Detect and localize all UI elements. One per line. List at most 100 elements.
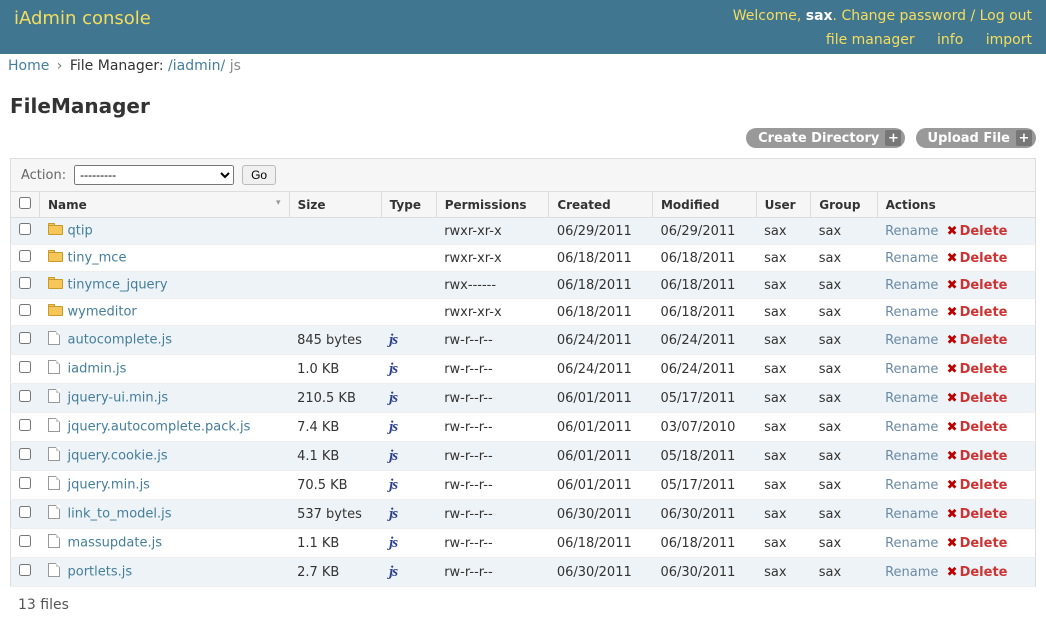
rename-link[interactable]: Rename [885, 278, 938, 293]
row-checkbox[interactable] [19, 448, 31, 460]
row-checkbox[interactable] [19, 223, 31, 235]
file-link[interactable]: tinymce_jquery [68, 278, 168, 293]
col-name[interactable]: Name▾ [40, 192, 290, 218]
row-checkbox[interactable] [19, 564, 31, 576]
delete-link[interactable]: ✖Delete [947, 507, 1008, 522]
row-checkbox[interactable] [19, 250, 31, 262]
delete-link[interactable]: ✖Delete [947, 536, 1008, 551]
delete-link[interactable]: ✖Delete [947, 420, 1008, 435]
breadcrumb-filemanager[interactable]: File Manager: /iadmin/ [70, 58, 230, 74]
cell-type: js [381, 500, 436, 529]
change-password-link[interactable]: Change password [841, 8, 966, 24]
col-size[interactable]: Size [289, 192, 381, 218]
cell-actions: Rename ✖Delete [877, 355, 1035, 384]
rename-link[interactable]: Rename [885, 362, 938, 377]
cell-user: sax [756, 326, 811, 355]
delete-link[interactable]: ✖Delete [947, 305, 1008, 320]
cell-type: js [381, 326, 436, 355]
rename-link[interactable]: Rename [885, 565, 938, 580]
cell-group: sax [811, 355, 877, 384]
delete-link[interactable]: ✖Delete [947, 251, 1008, 266]
cell-name: jquery.cookie.js [40, 442, 290, 471]
row-checkbox[interactable] [19, 477, 31, 489]
rename-link[interactable]: Rename [885, 224, 938, 239]
row-checkbox[interactable] [19, 535, 31, 547]
create-directory-button[interactable]: Create Directory + [746, 128, 905, 148]
rename-link[interactable]: Rename [885, 507, 938, 522]
col-modified[interactable]: Modified [652, 192, 756, 218]
folder-icon [48, 277, 64, 293]
header-nav: file manager info import [733, 32, 1032, 48]
cell-name: massupdate.js [40, 529, 290, 558]
file-link[interactable]: jquery.autocomplete.pack.js [68, 420, 251, 435]
delete-link[interactable]: ✖Delete [947, 224, 1008, 239]
row-checkbox[interactable] [19, 277, 31, 289]
upload-file-button[interactable]: Upload File + [916, 128, 1036, 148]
delete-link[interactable]: ✖Delete [947, 391, 1008, 406]
row-checkbox[interactable] [19, 304, 31, 316]
go-button[interactable]: Go [242, 165, 276, 185]
file-link[interactable]: qtip [68, 224, 93, 239]
file-link[interactable]: link_to_model.js [68, 507, 172, 522]
delete-link[interactable]: ✖Delete [947, 362, 1008, 377]
row-checkbox[interactable] [19, 332, 31, 344]
rename-link[interactable]: Rename [885, 536, 938, 551]
row-checkbox[interactable] [19, 361, 31, 373]
row-checkbox[interactable] [19, 506, 31, 518]
js-type-icon: js [389, 332, 397, 348]
cell-actions: Rename ✖Delete [877, 471, 1035, 500]
cell-size [289, 272, 381, 299]
cell-user: sax [756, 471, 811, 500]
file-link[interactable]: wymeditor [68, 305, 137, 320]
rename-link[interactable]: Rename [885, 449, 938, 464]
nav-info[interactable]: info [937, 32, 963, 48]
delete-link[interactable]: ✖Delete [947, 478, 1008, 493]
file-link[interactable]: portlets.js [68, 565, 133, 580]
rename-link[interactable]: Rename [885, 391, 938, 406]
rename-link[interactable]: Rename [885, 333, 938, 348]
cell-size: 7.4 KB [289, 413, 381, 442]
sort-icon: ▾ [276, 198, 281, 208]
file-link[interactable]: jquery.cookie.js [68, 449, 168, 464]
row-checkbox[interactable] [19, 419, 31, 431]
file-link[interactable]: massupdate.js [68, 536, 163, 551]
cell-type [381, 272, 436, 299]
delete-link[interactable]: ✖Delete [947, 278, 1008, 293]
js-type-icon: js [389, 506, 397, 522]
rename-link[interactable]: Rename [885, 420, 938, 435]
col-group[interactable]: Group [811, 192, 877, 218]
col-created[interactable]: Created [549, 192, 653, 218]
delete-icon: ✖ [947, 478, 958, 493]
nav-import[interactable]: import [986, 32, 1032, 48]
cell-actions: Rename ✖Delete [877, 326, 1035, 355]
file-link[interactable]: jquery-ui.min.js [68, 391, 169, 406]
logout-link[interactable]: Log out [980, 8, 1032, 24]
file-link[interactable]: tiny_mce [68, 251, 127, 266]
col-permissions[interactable]: Permissions [436, 192, 549, 218]
cell-user: sax [756, 500, 811, 529]
rename-link[interactable]: Rename [885, 251, 938, 266]
row-checkbox[interactable] [19, 390, 31, 402]
col-type[interactable]: Type [381, 192, 436, 218]
delete-icon: ✖ [947, 362, 958, 377]
delete-icon: ✖ [947, 305, 958, 320]
col-user[interactable]: User [756, 192, 811, 218]
delete-icon: ✖ [947, 224, 958, 239]
delete-link[interactable]: ✖Delete [947, 565, 1008, 580]
delete-icon: ✖ [947, 391, 958, 406]
select-all-checkbox[interactable] [19, 197, 31, 209]
rename-link[interactable]: Rename [885, 305, 938, 320]
file-icon [48, 389, 64, 407]
file-link[interactable]: jquery.min.js [68, 478, 150, 493]
action-select[interactable]: --------- [74, 165, 234, 185]
rename-link[interactable]: Rename [885, 478, 938, 493]
nav-file-manager[interactable]: file manager [826, 32, 915, 48]
file-link[interactable]: autocomplete.js [68, 333, 173, 348]
breadcrumb-home[interactable]: Home [8, 58, 49, 74]
delete-link[interactable]: ✖Delete [947, 333, 1008, 348]
delete-link[interactable]: ✖Delete [947, 449, 1008, 464]
file-link[interactable]: iadmin.js [68, 362, 127, 377]
cell-group: sax [811, 218, 877, 245]
cell-size [289, 245, 381, 272]
cell-user: sax [756, 413, 811, 442]
